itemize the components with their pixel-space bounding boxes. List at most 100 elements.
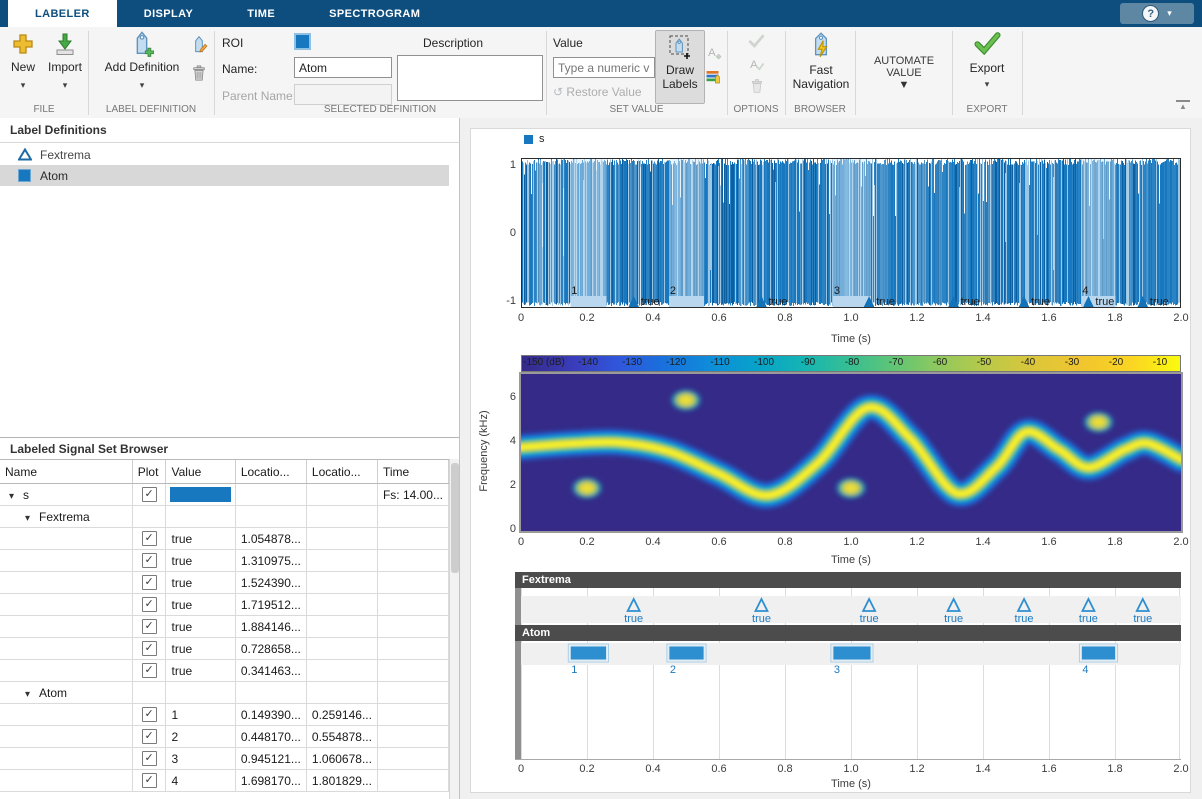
add-definition-label: Add Definition: [96, 60, 188, 74]
expand-caret-icon[interactable]: ▾: [9, 491, 23, 502]
plot-checkbox[interactable]: ✓: [142, 707, 157, 722]
column-header[interactable]: Name: [0, 460, 132, 484]
lssb-title: Labeled Signal Set Browser: [10, 442, 168, 456]
plot-checkbox[interactable]: ✓: [142, 641, 157, 656]
draw-labels-button[interactable]: Draw Labels: [655, 30, 705, 104]
chevron-down-icon: ▾: [44, 81, 86, 90]
value-field[interactable]: [553, 57, 655, 78]
table-row[interactable]: ✓true0.341463...: [0, 660, 449, 682]
table-row[interactable]: ✓true1.054878...: [0, 528, 449, 550]
plot-checkbox[interactable]: ✓: [142, 487, 157, 502]
column-header[interactable]: Plot: [132, 460, 166, 484]
import-button-label: Import: [44, 60, 86, 74]
new-button-label: New: [2, 60, 44, 74]
spectrogram-plot[interactable]: [519, 372, 1183, 533]
help-button[interactable]: ? ▾: [1120, 3, 1194, 24]
accept-icon: [748, 34, 765, 48]
roi-region-label: 2: [670, 285, 676, 297]
tab-spectrogram[interactable]: SPECTROGRAM: [302, 0, 447, 27]
table-row[interactable]: ✓true1.310975...: [0, 550, 449, 572]
point-label-text: true: [641, 296, 660, 308]
roi-region-label: 1: [571, 285, 577, 297]
column-header[interactable]: Locatio...: [306, 460, 377, 484]
label-check-icon: A: [748, 55, 765, 72]
table-row[interactable]: ✓true1.884146...: [0, 616, 449, 638]
svg-text:A: A: [750, 59, 758, 71]
label-definition-item-fextrema[interactable]: Fextrema: [0, 144, 449, 165]
export-section-label: EXPORT: [952, 104, 1022, 115]
point-label-text: true: [769, 296, 788, 308]
table-row[interactable]: ✓true1.524390...: [0, 572, 449, 594]
fast-navigation-button[interactable]: Fast Navigation: [790, 29, 852, 103]
table-row[interactable]: ▾s✓Fs: 14.00...: [0, 484, 449, 506]
label-definition-name: Atom: [40, 169, 68, 183]
table-row[interactable]: ▾Fextrema: [0, 506, 449, 528]
delete-label-icon: [749, 77, 765, 95]
spectrogram-blob: [1082, 410, 1116, 434]
new-button[interactable]: New ▾: [2, 29, 44, 103]
plot-checkbox[interactable]: ✓: [142, 553, 157, 568]
label-viewer-icon[interactable]: [705, 68, 723, 86]
point-label-text: true: [961, 296, 980, 308]
chevron-down-icon: ▾: [2, 81, 44, 90]
table-row[interactable]: ✓true0.728658...: [0, 638, 449, 660]
point-label-text: true: [1031, 296, 1050, 308]
table-row[interactable]: ▾Atom: [0, 682, 449, 704]
track-header-atom[interactable]: Atom: [515, 625, 1181, 641]
table-row[interactable]: ✓20.448170...0.554878...: [0, 726, 449, 748]
label-definition-item-atom[interactable]: Atom: [0, 165, 449, 186]
description-field[interactable]: [397, 55, 543, 101]
plot-checkbox[interactable]: ✓: [142, 619, 157, 634]
column-header[interactable]: Locatio...: [235, 460, 306, 484]
fast-navigation-label: Fast Navigation: [784, 63, 858, 91]
plot-checkbox[interactable]: ✓: [142, 597, 157, 612]
expand-caret-icon[interactable]: ▾: [25, 689, 39, 700]
add-definition-tag-icon: [128, 30, 156, 58]
add-definition-button[interactable]: Add Definition ▾: [96, 29, 188, 103]
row-name: s: [23, 488, 29, 502]
tab-time[interactable]: TIME: [220, 0, 302, 27]
file-section-label: FILE: [0, 104, 88, 115]
name-field[interactable]: [294, 57, 392, 78]
selected-definition-section-label: SELECTED DEFINITION: [214, 104, 546, 115]
plot-checkbox[interactable]: ✓: [142, 531, 157, 546]
signal-plot[interactable]: 1234truetruetruetruetruetruetrue: [521, 158, 1181, 308]
column-header[interactable]: Time: [377, 460, 448, 484]
help-icon: ?: [1142, 5, 1159, 22]
draw-labels-icon: [668, 34, 692, 60]
tab-display[interactable]: DISPLAY: [117, 0, 220, 27]
plot-checkbox[interactable]: ✓: [142, 729, 157, 744]
import-button[interactable]: Import ▾: [44, 29, 86, 103]
track-header-fextrema[interactable]: Fextrema: [515, 572, 1181, 588]
table-row[interactable]: ✓41.698170...1.801829...: [0, 770, 449, 792]
ribbon-tab-bar: LABELER DISPLAY TIME SPECTROGRAM ? ▾: [0, 0, 1202, 27]
table-row[interactable]: ✓30.945121...1.060678...: [0, 748, 449, 770]
spectrogram-blob: [570, 476, 604, 500]
table-row[interactable]: ✓true1.719512...: [0, 594, 449, 616]
tab-labeler[interactable]: LABELER: [8, 0, 117, 27]
column-header[interactable]: Value: [166, 460, 235, 484]
chevron-down-icon: ▾: [958, 80, 1016, 89]
browser-section-label: BROWSER: [785, 104, 855, 115]
expand-caret-icon[interactable]: ▾: [25, 513, 39, 524]
plot-checkbox[interactable]: ✓: [142, 575, 157, 590]
chevron-down-icon: ▾: [96, 81, 188, 90]
roi-region-label: 4: [1082, 285, 1088, 297]
row-name: Atom: [39, 686, 67, 700]
plot-checkbox[interactable]: ✓: [142, 751, 157, 766]
set-value-section-label: SET VALUE: [546, 104, 727, 115]
roi-label: ROI: [222, 36, 243, 50]
spectrogram-blob: [669, 388, 703, 412]
plot-checkbox[interactable]: ✓: [142, 663, 157, 678]
collapse-ribbon-button[interactable]: ▲: [1176, 100, 1190, 111]
label-tracks-panel[interactable]: FextremaAtomtruetruetruetruetruetruetrue…: [515, 572, 1181, 760]
table-row[interactable]: ✓10.149390...0.259146...: [0, 704, 449, 726]
export-button[interactable]: Export ▾: [958, 29, 1016, 103]
roi-region-label: 3: [834, 285, 840, 297]
plot-checkbox[interactable]: ✓: [142, 773, 157, 788]
delete-definition-icon[interactable]: [190, 63, 208, 83]
edit-definition-icon[interactable]: [189, 35, 209, 55]
automate-value-gallery[interactable]: AUTOMATE VALUE ▼: [856, 27, 952, 105]
chevron-down-icon[interactable]: ▼: [856, 79, 952, 91]
scrollbar-thumb[interactable]: [451, 463, 459, 573]
